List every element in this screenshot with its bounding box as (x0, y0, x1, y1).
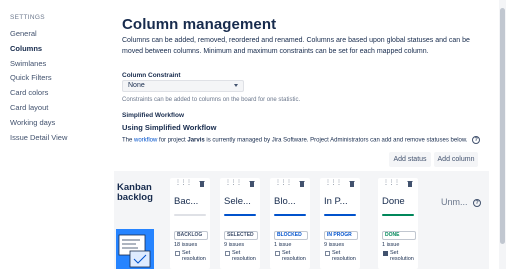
set-resolution-checkbox[interactable] (275, 251, 280, 256)
status-chip[interactable]: DONE (382, 231, 416, 240)
board-column-backlog[interactable]: ⋮⋮⋮ Bac... BACKLOG 18 issues Set resoluti… (170, 178, 210, 269)
trash-icon[interactable] (199, 180, 205, 187)
kanban-backlog-title: Kanban backlog (117, 183, 153, 203)
sidebar-item-card-colors[interactable]: Card colors (10, 86, 110, 101)
set-resolution-checkbox[interactable] (383, 251, 388, 256)
column-name[interactable]: Bac... (174, 196, 210, 207)
issue-count: 9 issues (324, 242, 345, 248)
workflow-desc-prefix: The (122, 137, 135, 144)
add-column-button[interactable]: Add column (434, 152, 478, 167)
board-column-in-progress[interactable]: ⋮⋮⋮ In P... IN PROGR 9 issues Set resolut… (320, 178, 360, 269)
question-circle-icon[interactable]: ? (473, 198, 482, 207)
column-board: Kanban backlog ⋮⋮⋮ Bac... BACKLOG 18 iss… (114, 171, 489, 269)
trash-icon[interactable] (299, 180, 305, 187)
column-name[interactable]: Done (382, 196, 418, 207)
column-management-panel: Column management Columns can be added, … (114, 0, 494, 269)
column-status-bar (174, 214, 206, 216)
simplified-workflow-title: Using Simplified Workflow (122, 123, 217, 132)
issue-count: 1 issue (274, 242, 292, 248)
page-title: Column management (122, 16, 277, 33)
board-column-done[interactable]: ⋮⋮⋮ Done DONE 1 issue Set resolution (378, 178, 418, 269)
simplified-workflow-description: The workflow for project Jarvis is curre… (122, 136, 481, 144)
status-chip[interactable]: IN PROGR (324, 231, 358, 240)
intro-text: Columns can be added, removed, reordered… (122, 37, 470, 55)
settings-sidebar: SETTINGS General Columns Swimlanes Quick… (0, 0, 110, 269)
column-status-bar (224, 214, 256, 216)
set-resolution-label: Set resolution (390, 250, 414, 262)
drag-handle-icon[interactable]: ⋮⋮⋮ (325, 180, 342, 186)
column-name[interactable]: In P... (324, 196, 360, 207)
issue-count: 1 issue (382, 242, 400, 248)
column-constraint-select[interactable]: None (122, 80, 244, 92)
column-status-bar (382, 214, 414, 216)
chevron-down-icon (234, 84, 238, 87)
res-line2: resolution (332, 256, 356, 262)
set-resolution-checkbox[interactable] (325, 251, 330, 256)
sidebar-heading: SETTINGS (10, 14, 45, 21)
column-constraint-help: Constraints can be added to columns on t… (122, 97, 301, 103)
issue-count: 9 issues (224, 242, 245, 248)
status-chip[interactable]: BLOCKED (274, 231, 308, 240)
res-line2: resolution (232, 256, 256, 262)
sidebar-item-working-days[interactable]: Working days (10, 116, 110, 131)
column-constraint-value: None (128, 82, 145, 89)
workflow-desc-middle: for project (157, 137, 188, 144)
board-column-blocked[interactable]: ⋮⋮⋮ Blo... BLOCKED 1 issue Set resolution (270, 178, 310, 269)
question-circle-icon[interactable]: ? (472, 136, 481, 144)
sidebar-item-quick-filters[interactable]: Quick Filters (10, 71, 110, 86)
set-resolution-label: Set resolution (282, 250, 306, 262)
kanban-backlog-illustration (116, 229, 154, 269)
unmapped-label: Unm... (441, 197, 468, 207)
sidebar-item-general[interactable]: General (10, 27, 110, 42)
project-name: Jarvis (187, 137, 205, 144)
simplified-workflow-label: Simplified Workflow (122, 112, 184, 119)
res-line2: resolution (182, 256, 206, 262)
workflow-desc-suffix: is currently managed by Jira Software. P… (204, 137, 468, 144)
set-resolution-checkbox[interactable] (225, 251, 230, 256)
status-chip[interactable]: SELECTED (224, 231, 258, 240)
column-status-bar (274, 214, 306, 216)
column-status-bar (324, 214, 356, 216)
set-resolution-checkbox[interactable] (175, 251, 180, 256)
drag-handle-icon[interactable]: ⋮⋮⋮ (383, 180, 400, 186)
sidebar-item-issue-detail-view[interactable]: Issue Detail View (10, 131, 110, 146)
scrollbar-thumb[interactable] (500, 8, 505, 244)
set-resolution-label: Set resolution (182, 250, 206, 262)
board-column-selected[interactable]: ⋮⋮⋮ Sele... SELECTED 9 issues Set resolut… (220, 178, 260, 269)
backlog-illustration-svg (118, 234, 151, 268)
drag-handle-icon[interactable]: ⋮⋮⋮ (275, 180, 292, 186)
res-line2: resolution (390, 256, 414, 262)
set-resolution-label: Set resolution (232, 250, 256, 262)
sidebar-item-swimlanes[interactable]: Swimlanes (10, 57, 110, 72)
trash-icon[interactable] (407, 180, 413, 187)
status-chip[interactable]: BACKLOG (174, 231, 208, 240)
sidebar-item-card-layout[interactable]: Card layout (10, 101, 110, 116)
unmapped-statuses-column: Unm... ? (441, 197, 482, 207)
column-name[interactable]: Blo... (274, 196, 310, 207)
set-resolution-label: Set resolution (332, 250, 356, 262)
kanban-backlog-column: Kanban backlog (114, 173, 156, 269)
issue-count: 18 issues (174, 242, 198, 248)
drag-handle-icon[interactable]: ⋮⋮⋮ (175, 180, 192, 186)
trash-icon[interactable] (249, 180, 255, 187)
vertical-scrollbar[interactable] (499, 0, 506, 269)
res-line2: resolution (282, 256, 306, 262)
drag-handle-icon[interactable]: ⋮⋮⋮ (225, 180, 242, 186)
column-name[interactable]: Sele... (224, 196, 260, 207)
add-status-button[interactable]: Add status (389, 152, 431, 167)
trash-icon[interactable] (349, 180, 355, 187)
column-constraint-label: Column Constraint (122, 72, 181, 79)
kanban-title-line2: backlog (117, 192, 153, 203)
sidebar-item-columns[interactable]: Columns (10, 42, 110, 57)
workflow-link[interactable]: workflow (134, 138, 157, 144)
